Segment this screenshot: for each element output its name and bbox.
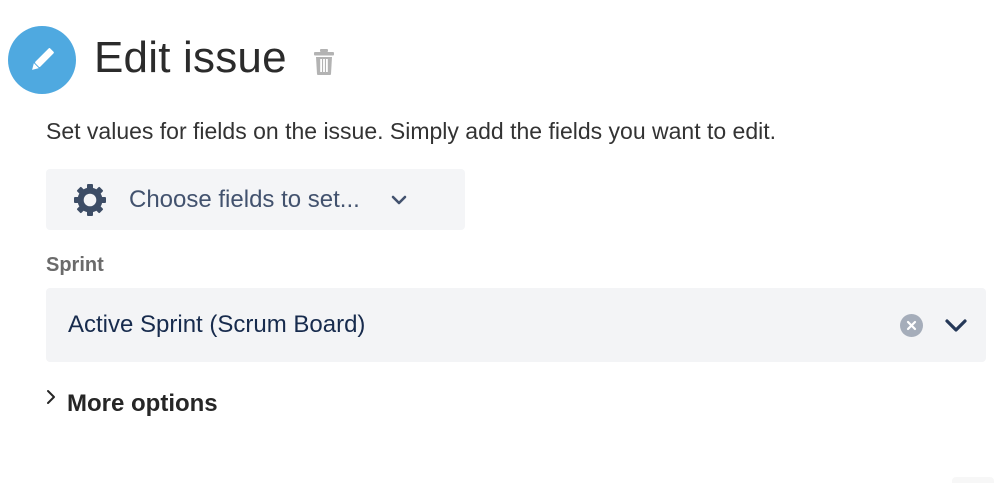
choose-fields-label: Choose fields to set...	[129, 185, 360, 213]
choose-fields-button[interactable]: Choose fields to set...	[46, 169, 465, 230]
chevron-down-icon[interactable]	[944, 316, 968, 334]
pencil-icon	[8, 26, 76, 94]
header: Edit issue	[8, 26, 337, 94]
more-options-label: More options	[67, 390, 218, 417]
trash-icon	[313, 49, 334, 75]
more-options-toggle[interactable]: More options	[44, 390, 218, 418]
sprint-select-value: Active Sprint (Scrum Board)	[68, 311, 366, 338]
sprint-field-label: Sprint	[46, 254, 104, 276]
clear-button[interactable]	[900, 314, 923, 337]
chevron-right-icon	[47, 390, 55, 404]
clear-icon	[906, 320, 917, 331]
delete-button[interactable]	[311, 47, 337, 77]
page-edge-tab	[952, 477, 994, 483]
edit-issue-panel: Edit issue Set values for fields on the …	[0, 0, 999, 483]
description-text: Set values for fields on the issue. Simp…	[46, 118, 777, 144]
sprint-select[interactable]: Active Sprint (Scrum Board)	[46, 288, 986, 362]
page-title: Edit issue	[94, 33, 287, 82]
chevron-down-icon	[391, 195, 407, 204]
gear-icon	[74, 183, 106, 216]
